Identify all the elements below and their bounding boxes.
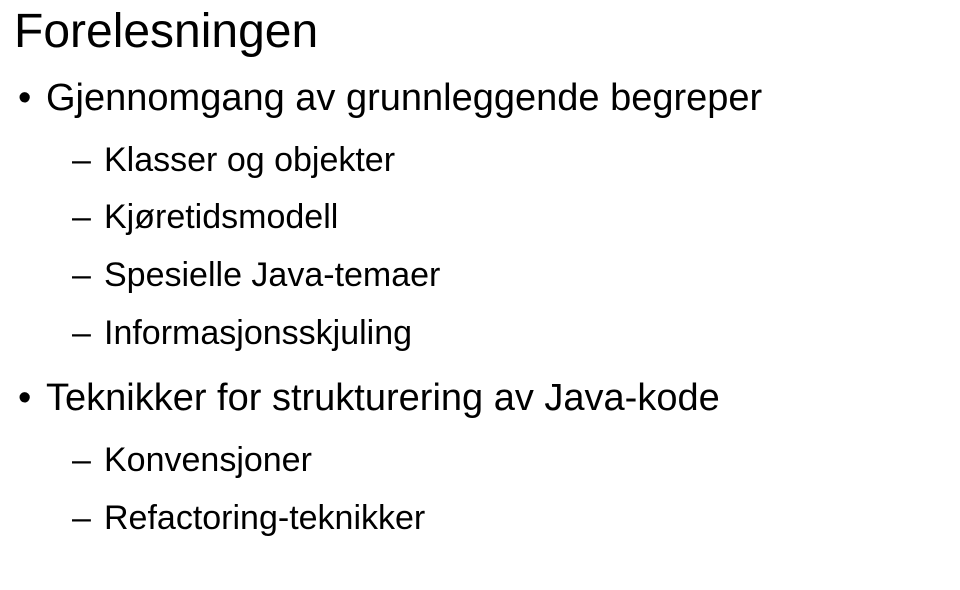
slide: Forelesningen Gjennomgang av grunnleggen…	[0, 0, 960, 590]
bullet-text: Informasjonsskjuling	[104, 314, 412, 352]
bullet-text: Konvensjoner	[104, 441, 312, 479]
bullet-text: Gjennomgang av grunnleggende begreper	[46, 77, 762, 119]
list-item: Klasser og objekter	[46, 132, 946, 190]
bullet-text: Kjøretidsmodell	[104, 198, 338, 236]
bullet-list: Gjennomgang av grunnleggende begreper Kl…	[14, 69, 946, 548]
list-item: Spesielle Java-temaer	[46, 247, 946, 305]
sub-list: Konvensjoner Refactoring-teknikker	[46, 432, 946, 548]
bullet-text: Spesielle Java-temaer	[104, 256, 440, 294]
list-item: Kjøretidsmodell	[46, 189, 946, 247]
list-item: Teknikker for strukturering av Java-kode…	[14, 369, 946, 547]
slide-title: Forelesningen	[14, 6, 946, 59]
bullet-text: Klasser og objekter	[104, 141, 395, 179]
bullet-text: Teknikker for strukturering av Java-kode	[46, 377, 720, 419]
list-item: Konvensjoner	[46, 432, 946, 490]
sub-list: Klasser og objekter Kjøretidsmodell Spes…	[46, 132, 946, 363]
list-item: Gjennomgang av grunnleggende begreper Kl…	[14, 69, 946, 363]
bullet-text: Refactoring-teknikker	[104, 499, 425, 537]
list-item: Informasjonsskjuling	[46, 305, 946, 363]
list-item: Refactoring-teknikker	[46, 490, 946, 548]
